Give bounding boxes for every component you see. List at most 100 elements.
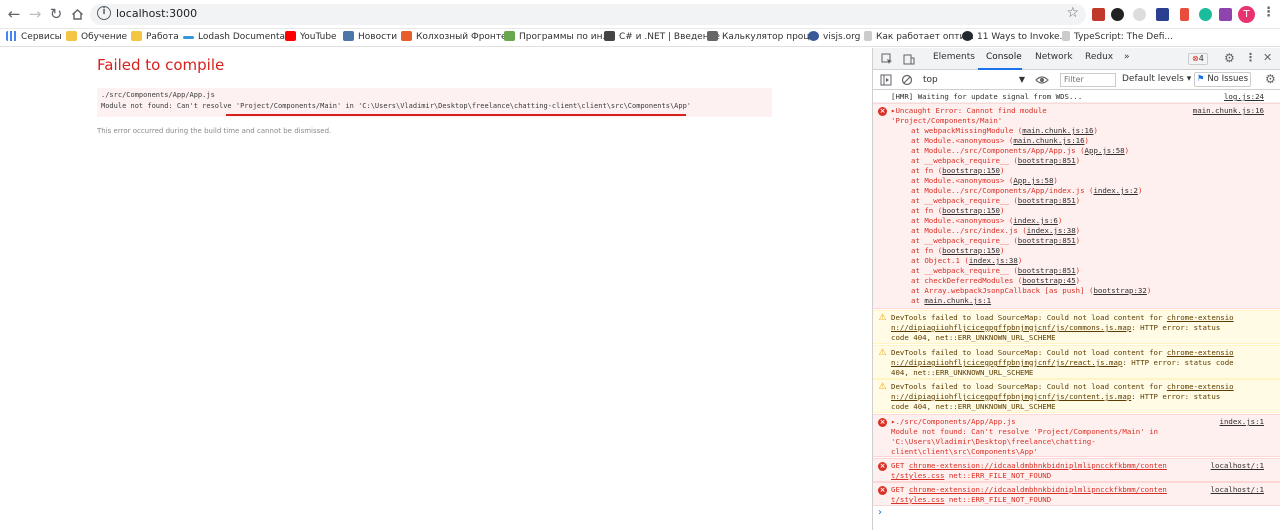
filter-input[interactable]: Filter	[1060, 73, 1116, 87]
reload-button[interactable]: ↻	[48, 6, 64, 22]
error-text[interactable]: ▸Uncaught Error: Cannot find module	[891, 106, 1047, 116]
home-button[interactable]	[69, 6, 85, 22]
bookmark-item[interactable]: visjs.org	[808, 31, 860, 45]
stack-frame-link[interactable]: bootstrap:32	[1093, 286, 1146, 295]
stack-frame-link[interactable]: bootstrap:851	[1018, 156, 1076, 165]
eye-icon[interactable]	[1035, 75, 1049, 85]
warning-link[interactable]: n://dipiagiiohfljcicegpgffpbnjmgjcnf/js/…	[891, 392, 1131, 401]
settings-gear-icon[interactable]: ⚙	[1224, 52, 1235, 64]
stack-frame-link[interactable]: main.chunk.js:1	[924, 296, 991, 305]
close-icon[interactable]: ✕	[1263, 52, 1272, 64]
warning-link[interactable]: n://dipiagiiohfljcicegpgffpbnjmgjcnf/js/…	[891, 323, 1131, 332]
bookmarks-bar: Сервисы Обучение Работа Lodash Documenta…	[0, 29, 1280, 47]
stack-frame-link[interactable]: App.js:58	[1013, 176, 1053, 185]
extension-icon[interactable]	[1219, 8, 1232, 21]
device-toolbar-icon[interactable]	[903, 53, 915, 65]
bookmark-item[interactable]: Обучение	[66, 31, 127, 45]
extension-icon[interactable]	[1199, 8, 1212, 21]
back-button[interactable]: ←	[6, 6, 22, 22]
sidebar-toggle-icon[interactable]	[880, 74, 892, 86]
stack-frame-link[interactable]: main.chunk.js:16	[1013, 136, 1084, 145]
stack-frame-link[interactable]: index.js:38	[969, 256, 1018, 265]
bookmark-item[interactable]: C# и .NET | Введение	[604, 31, 720, 45]
error-icon: ×	[878, 107, 887, 116]
bookmark-item[interactable]: 11 Ways to Invoke...	[962, 31, 1068, 45]
context-select[interactable]: top ▼	[923, 73, 1027, 87]
issues-button[interactable]: ⚑ No Issues	[1194, 72, 1251, 87]
source-link[interactable]: index.js:1	[1220, 417, 1265, 427]
tab-network[interactable]: Network	[1035, 52, 1073, 62]
bookmark-item[interactable]: YouTube	[285, 31, 337, 45]
info-icon[interactable]: i	[97, 6, 111, 20]
stack-frame-link[interactable]: bootstrap:851	[1018, 266, 1076, 275]
extension-icon[interactable]	[1180, 8, 1189, 21]
bookmark-star-icon[interactable]: ☆	[1066, 5, 1079, 21]
context-value: top	[923, 75, 938, 85]
warning-text: n://dipiagiiohfljcicegpgffpbnjmgjcnf/js/…	[891, 358, 1234, 368]
more-options-icon[interactable]: ⋮	[1245, 52, 1256, 64]
warning-link[interactable]: chrome-extensio	[1167, 382, 1234, 391]
more-menu-icon[interactable]: ⋮	[1262, 5, 1275, 20]
bookmark-item[interactable]: Программы по ин...	[504, 31, 611, 45]
resource-link[interactable]: t/styles.css	[891, 495, 944, 504]
extension-icon[interactable]	[1133, 8, 1146, 21]
stack-frame-link[interactable]: index.js:6	[1013, 216, 1058, 225]
extension-icon[interactable]	[1111, 8, 1124, 21]
resource-link[interactable]: t/styles.css	[891, 471, 944, 480]
bookmark-item[interactable]: TypeScript: The Defi...	[1062, 31, 1173, 45]
error-text: 'C:\Users\Vladimir\Desktop\freelance\cha…	[891, 437, 1096, 446]
stack-frame-text: at Array.webpackJsonpCallback [as push] …	[911, 286, 1094, 295]
stack-frame-link[interactable]: bootstrap:150	[942, 166, 1000, 175]
tab-console[interactable]: Console	[986, 52, 1022, 62]
error-text: client\client\src\Components\App'	[891, 447, 1038, 456]
tab-redux[interactable]: Redux	[1085, 52, 1113, 62]
stack-frame: at Module../src/index.js (index.js:38)	[911, 226, 1080, 236]
forward-button[interactable]: →	[27, 6, 43, 22]
source-link[interactable]: localhost/:1	[1211, 461, 1264, 471]
avatar[interactable]: T	[1238, 6, 1255, 23]
extension-icon[interactable]	[1092, 8, 1105, 21]
log-levels-select[interactable]: Default levels ▾	[1122, 74, 1191, 84]
resource-link[interactable]: chrome-extension://idcaaldmbhnkbidniplml…	[909, 461, 1167, 470]
bookmark-label: Новости	[358, 32, 398, 42]
stack-frame-link[interactable]: bootstrap:851	[1018, 236, 1076, 245]
stack-frame-link[interactable]: index.js:38	[1027, 226, 1076, 235]
error-count-badge[interactable]: ⊗4	[1188, 53, 1208, 65]
stack-frame-link[interactable]: bootstrap:150	[942, 206, 1000, 215]
tab-elements[interactable]: Elements	[933, 52, 975, 62]
warning-link[interactable]: chrome-extensio	[1167, 348, 1234, 357]
console-settings-icon[interactable]: ⚙	[1265, 73, 1276, 85]
bookmark-item[interactable]: Lodash Documenta...	[183, 31, 294, 45]
source-link[interactable]: localhost/:1	[1211, 485, 1264, 495]
url-text[interactable]: localhost:3000	[116, 7, 197, 20]
inspect-element-icon[interactable]	[881, 53, 893, 65]
stack-frame-link[interactable]: index.js:2	[1093, 186, 1138, 195]
source-link[interactable]: main.chunk.js:16	[1193, 106, 1264, 116]
stack-frame-link[interactable]: App.js:58	[1085, 146, 1125, 155]
bookmark-item[interactable]: Новости	[343, 31, 397, 45]
more-tabs-button[interactable]: »	[1124, 52, 1130, 62]
stack-frame-link[interactable]: main.chunk.js:16	[1022, 126, 1093, 135]
bookmark-item[interactable]: Сервисы	[6, 31, 62, 45]
stack-frame-link[interactable]: bootstrap:150	[942, 246, 1000, 255]
warning-link[interactable]: n://dipiagiiohfljcicegpgffpbnjmgjcnf/js/…	[891, 358, 1122, 367]
warning-text-part: DevTools failed to load SourceMap: Could…	[891, 382, 1167, 391]
warning-link[interactable]: chrome-extensio	[1167, 313, 1234, 322]
stack-frame-link[interactable]: bootstrap:45	[1022, 276, 1075, 285]
error-text[interactable]: ▸./src/Components/App/App.js	[891, 417, 1016, 427]
stack-frame-link[interactable]: bootstrap:851	[1018, 196, 1076, 205]
source-link[interactable]: log.js:24	[1224, 92, 1264, 102]
stack-frame-text: )	[1017, 256, 1023, 265]
clear-console-icon[interactable]	[901, 74, 913, 86]
bookmark-item[interactable]: Как работает опти...	[864, 31, 974, 45]
error-text: Module not found: Can't resolve 'Project…	[891, 427, 1158, 436]
bookmark-item[interactable]: Калькулятор проц...	[707, 31, 818, 45]
warning-text-part: : HTTP error: status	[1131, 323, 1221, 332]
bookmark-item[interactable]: Колхозный Фронте...	[401, 31, 515, 45]
bookmark-item[interactable]: Работа	[131, 31, 179, 45]
extension-icon[interactable]	[1156, 8, 1169, 21]
console-prompt[interactable]: ›	[878, 508, 882, 518]
resource-link[interactable]: chrome-extension://idcaaldmbhnkbidniplml…	[909, 485, 1167, 494]
error-text-part: GET	[891, 485, 909, 494]
address-bar[interactable]: i localhost:3000 ☆	[90, 4, 1086, 25]
